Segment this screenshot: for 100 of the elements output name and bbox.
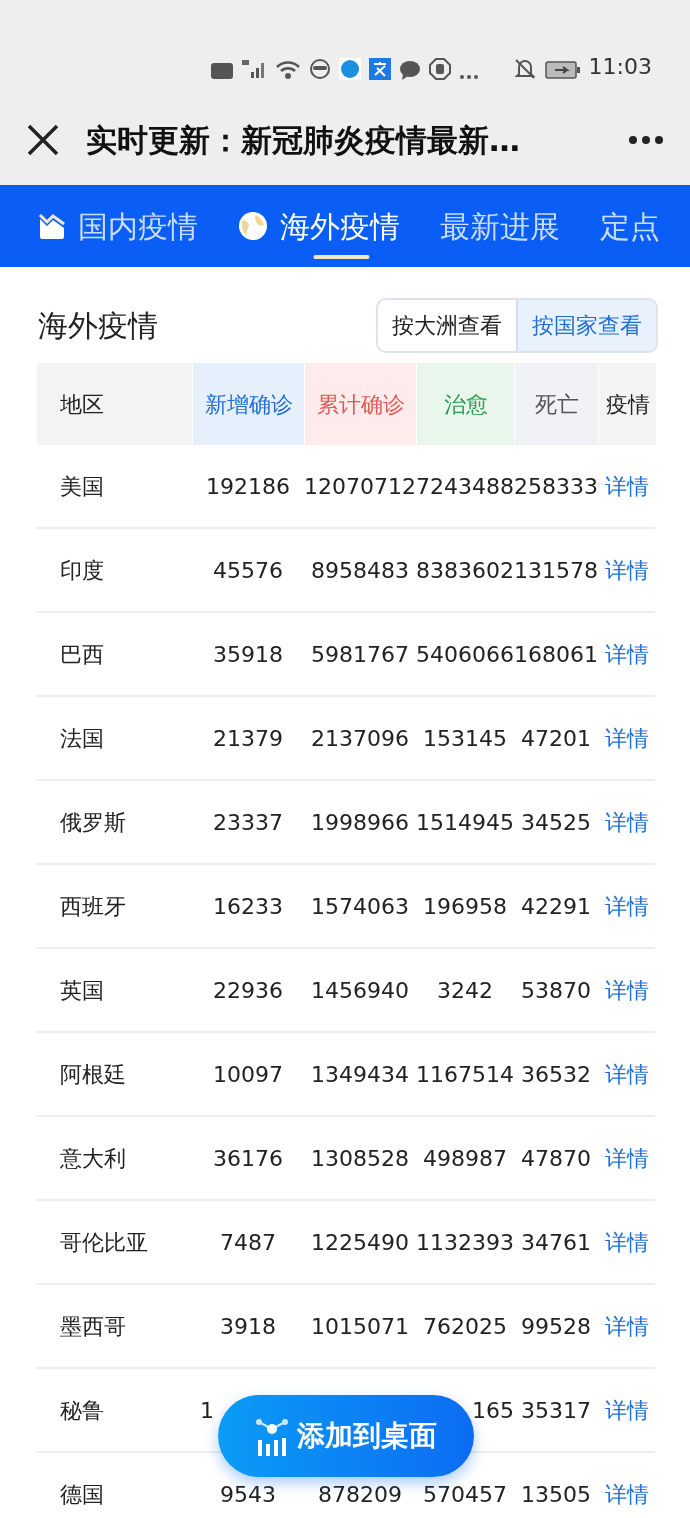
table-cell: 47201	[521, 725, 591, 751]
table-cell: 36532	[521, 1061, 591, 1087]
details-link[interactable]: 详情	[604, 1397, 649, 1423]
table-cell-text: 意大利	[59, 1144, 127, 1173]
table-cell: 2137096	[311, 725, 409, 751]
table-cell-text: 美国	[59, 472, 105, 501]
table-cell: 16233	[213, 893, 283, 919]
details-link[interactable]: 详情	[604, 977, 649, 1003]
column-header: 治愈	[417, 363, 514, 445]
table-cell: 3242	[437, 977, 493, 1003]
details-link[interactable]: 详情	[604, 1061, 649, 1087]
column-header: 死亡	[515, 363, 598, 445]
details-link[interactable]: 详情	[604, 473, 649, 499]
table-cell: 192186	[206, 473, 290, 499]
more-icon	[458, 74, 479, 80]
table-cell: 36176	[213, 1145, 283, 1171]
table-cell: 34525	[521, 809, 591, 835]
table-cell: 1456940	[311, 977, 409, 1003]
table-cell: 10097	[213, 1061, 283, 1087]
table-cell: 153145	[423, 725, 507, 751]
table-cell: 1225490	[311, 1229, 409, 1255]
table-cell: 23337	[213, 809, 283, 835]
section-title: 海外疫情	[38, 306, 158, 345]
table-cell: 12070712	[304, 473, 416, 499]
table-cell: 34761	[521, 1229, 591, 1255]
table-cell: 1514945	[416, 809, 514, 835]
table-cell-text: 印度	[59, 556, 105, 585]
details-link[interactable]: 详情	[604, 1145, 649, 1171]
add-to-desktop-button[interactable]: 添加到桌面	[218, 1395, 474, 1477]
table-cell: 53870	[521, 977, 591, 1003]
chart-icon	[38, 213, 66, 239]
column-header: 累计确诊	[305, 363, 416, 445]
table-cell: 5406066	[416, 641, 514, 667]
details-link[interactable]: 详情	[604, 1481, 649, 1507]
details-link[interactable]: 详情	[604, 1229, 649, 1255]
time-text: 11:03	[588, 53, 652, 81]
battery-icon	[544, 60, 581, 80]
table-cell: 13505	[521, 1481, 591, 1507]
table-cell: 196958	[423, 893, 507, 919]
table-cell: 7243488	[416, 473, 514, 499]
table-cell-text: 法国	[59, 724, 105, 753]
table-cell: 1349434	[311, 1061, 409, 1087]
table-cell: 21379	[213, 725, 283, 751]
table-cell: 8958483	[311, 557, 409, 583]
table-cell: 8383602	[416, 557, 514, 583]
wifi-icon	[274, 60, 301, 80]
page-title: 实时更新：新冠肺炎疫情最新…	[86, 120, 521, 160]
table-cell: 258333	[514, 473, 598, 499]
table-cell: 5981767	[311, 641, 409, 667]
table-cell: 42291	[521, 893, 591, 919]
table-cell: 168061	[514, 641, 598, 667]
close-icon[interactable]	[26, 123, 60, 157]
table-cell: 9543	[220, 1481, 276, 1507]
tab[interactable]: 最新进展	[440, 185, 560, 267]
details-link[interactable]: 详情	[604, 893, 649, 919]
table-cell: 1167514	[416, 1061, 514, 1087]
table-cell: 878209	[318, 1481, 402, 1507]
chat-icon	[398, 60, 421, 80]
table-cell-text: 墨西哥	[59, 1312, 127, 1341]
column-header: 地区	[37, 363, 192, 445]
table-cell: 45576	[213, 557, 283, 583]
details-link[interactable]: 详情	[604, 557, 649, 583]
chart-icon	[255, 1416, 289, 1456]
toggle-option[interactable]: 按国家查看	[516, 299, 656, 351]
table-cell: 762025	[423, 1313, 507, 1339]
table-cell: 35918	[213, 641, 283, 667]
table-cell-text: 哥伦比亚	[59, 1228, 149, 1257]
table-cell: 3918	[220, 1313, 276, 1339]
details-link[interactable]: 详情	[604, 1313, 649, 1339]
tab[interactable]: 国内疫情	[38, 185, 198, 267]
table-cell-text: 巴西	[59, 640, 105, 669]
table-cell: 570457	[423, 1481, 507, 1507]
column-header: 新增确诊	[193, 363, 304, 445]
table-cell: 1	[200, 1397, 214, 1423]
table-cell-text: 西班牙	[59, 892, 127, 921]
column-header: 疫情	[599, 363, 656, 445]
tab[interactable]: 海外疫情	[238, 185, 400, 267]
table-cell-text: 德国	[59, 1480, 105, 1509]
table-cell-text: 秘鲁	[59, 1396, 105, 1425]
tab[interactable]: 定点	[600, 185, 660, 267]
details-link[interactable]: 详情	[604, 809, 649, 835]
table-cell-text: 俄罗斯	[59, 808, 127, 837]
mute-icon	[512, 58, 537, 80]
table-cell-text: 英国	[59, 976, 105, 1005]
table-cell: 1998966	[311, 809, 409, 835]
table-cell: 1574063	[311, 893, 409, 919]
more-icon[interactable]	[628, 135, 664, 145]
details-link[interactable]: 详情	[604, 725, 649, 751]
translate-icon	[368, 58, 391, 80]
table-cell: 47870	[521, 1145, 591, 1171]
table-cell: 498987	[423, 1145, 507, 1171]
table-cell-text: 阿根廷	[59, 1060, 127, 1089]
table-cell: 131578	[514, 557, 598, 583]
table-cell: 1308528	[311, 1145, 409, 1171]
details-link[interactable]: 详情	[604, 641, 649, 667]
table-cell: 7487	[220, 1229, 276, 1255]
table-cell: 22936	[213, 977, 283, 1003]
table-cell: 1015071	[311, 1313, 409, 1339]
table-cell: 99528	[521, 1313, 591, 1339]
signal-icon	[240, 58, 267, 80]
